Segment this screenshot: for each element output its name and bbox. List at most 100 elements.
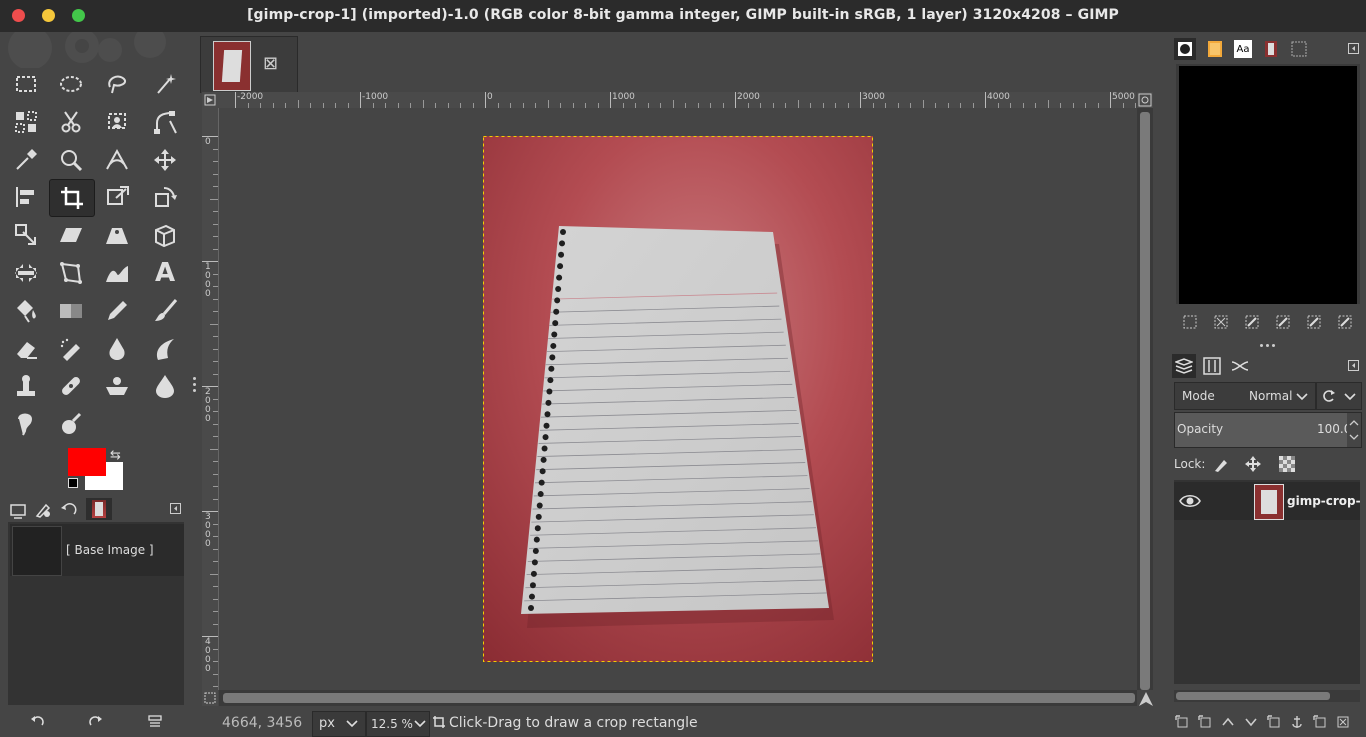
- select-by-color-tool[interactable]: [4, 104, 48, 140]
- shear-tool[interactable]: [49, 217, 93, 253]
- warp-transform-tool[interactable]: [95, 255, 139, 291]
- stroke-selection-icon[interactable]: [1275, 314, 1291, 330]
- opacity-slider[interactable]: Opacity 100.0: [1174, 412, 1362, 448]
- lock-pixels-icon[interactable]: [1212, 455, 1230, 473]
- selection-to-path-icon[interactable]: [1337, 314, 1353, 330]
- rotate-tool[interactable]: [143, 179, 187, 215]
- ink-tool[interactable]: [95, 331, 139, 367]
- fonts-tab[interactable]: Aa: [1232, 38, 1254, 60]
- mypaint-brush-tool[interactable]: [143, 331, 187, 367]
- perspective-tool[interactable]: [95, 217, 139, 253]
- layers-scroll-thumb[interactable]: [1176, 692, 1330, 700]
- horizontal-ruler[interactable]: -2000 -1000 0 1000 2000 3000 4000 5000: [218, 92, 1136, 109]
- eraser-tool[interactable]: [4, 331, 48, 367]
- gradient-tool[interactable]: [49, 293, 93, 329]
- delete-layer-icon[interactable]: [1335, 714, 1351, 730]
- clear-history-icon[interactable]: [146, 712, 164, 730]
- zoom-tool[interactable]: [49, 142, 93, 178]
- raise-layer-icon[interactable]: [1220, 714, 1236, 730]
- quick-mask-toggle[interactable]: [202, 92, 218, 108]
- image-preview-tab[interactable]: [1260, 38, 1282, 60]
- new-layer-icon[interactable]: [1197, 714, 1213, 730]
- airbrush-tool[interactable]: [49, 331, 93, 367]
- paths-tab[interactable]: [1228, 354, 1252, 378]
- perspective-clone-tool[interactable]: [95, 368, 139, 404]
- selection-tab[interactable]: [1288, 38, 1310, 60]
- navigate-button[interactable]: [1137, 690, 1155, 708]
- navigate-corner[interactable]: [202, 690, 218, 706]
- unit-dropdown[interactable]: px: [312, 711, 366, 737]
- zoom-image-toggle[interactable]: [1137, 92, 1153, 108]
- ellipse-select-tool[interactable]: [49, 66, 93, 102]
- tool-options-icon[interactable]: [33, 500, 53, 520]
- panel-menu-icon[interactable]: [1348, 43, 1360, 55]
- 3d-transform-tool[interactable]: [143, 217, 187, 253]
- move-tool[interactable]: [143, 142, 187, 178]
- undo-icon[interactable]: [28, 712, 46, 730]
- new-layer-group-icon[interactable]: [1174, 714, 1190, 730]
- layers-tab[interactable]: [1172, 354, 1196, 378]
- redo-icon[interactable]: [87, 712, 105, 730]
- paint-selection-icon[interactable]: [1306, 314, 1322, 330]
- cage-transform-tool[interactable]: [49, 255, 93, 291]
- layer-name[interactable]: gimp-crop-1: [1287, 494, 1360, 508]
- pencil-tool[interactable]: [95, 293, 139, 329]
- invert-selection-icon[interactable]: [1244, 314, 1260, 330]
- smudge-tool[interactable]: [4, 406, 48, 442]
- layer-composite-dropdown[interactable]: [1316, 382, 1362, 410]
- paintbrush-tool[interactable]: [143, 293, 187, 329]
- close-tab-icon[interactable]: ⊠: [263, 53, 278, 74]
- default-colors-icon[interactable]: [68, 478, 78, 488]
- list-item[interactable]: [ Base Image ]: [10, 524, 184, 576]
- add-mask-icon[interactable]: [1312, 714, 1328, 730]
- heal-tool[interactable]: [49, 368, 93, 404]
- device-status-icon[interactable]: [8, 500, 28, 520]
- selection-preview[interactable]: [1179, 66, 1357, 304]
- clone-tool[interactable]: [4, 368, 48, 404]
- scissors-select-tool[interactable]: [49, 104, 93, 140]
- unified-transform-tool[interactable]: [95, 179, 139, 215]
- eye-visibility-icon[interactable]: [1178, 491, 1202, 511]
- blur-sharpen-tool[interactable]: [143, 368, 187, 404]
- layer-mode-dropdown[interactable]: Mode Normal: [1174, 382, 1316, 410]
- layer-row[interactable]: gimp-crop-1: [1174, 482, 1360, 520]
- swap-colors-icon[interactable]: ⇆: [110, 448, 121, 463]
- vertical-ruler[interactable]: 0 1000 2000 3000 4000: [202, 108, 219, 690]
- scale-tool[interactable]: [4, 217, 48, 253]
- image-tab[interactable]: ⊠: [200, 36, 298, 93]
- image-canvas[interactable]: [219, 108, 1136, 690]
- measure-tool[interactable]: [95, 142, 139, 178]
- free-select-tool[interactable]: [95, 66, 139, 102]
- fuzzy-select-tool[interactable]: [143, 66, 187, 102]
- lock-alpha-icon[interactable]: [1278, 455, 1296, 473]
- vertical-scrollbar[interactable]: [1137, 108, 1153, 690]
- foreground-color-swatch[interactable]: [68, 448, 106, 476]
- select-none-icon[interactable]: [1213, 314, 1229, 330]
- select-all-icon[interactable]: [1182, 314, 1198, 330]
- lock-position-icon[interactable]: [1244, 455, 1262, 473]
- horizontal-scrollbar[interactable]: [219, 690, 1137, 706]
- channels-tab[interactable]: [1200, 354, 1224, 378]
- align-tool[interactable]: [4, 179, 48, 215]
- panel-menu-icon[interactable]: [170, 503, 182, 515]
- image-content[interactable]: [483, 136, 873, 662]
- horizontal-scroll-thumb[interactable]: [223, 693, 1135, 703]
- flip-tool[interactable]: [4, 255, 48, 291]
- text-tool[interactable]: A: [143, 255, 187, 291]
- vertical-scroll-thumb[interactable]: [1140, 112, 1150, 690]
- undo-history-icon[interactable]: [59, 500, 79, 520]
- panel-menu-icon[interactable]: [1348, 360, 1360, 372]
- lower-layer-icon[interactable]: [1243, 714, 1259, 730]
- color-picker-tool[interactable]: [4, 142, 48, 178]
- rectangle-select-tool[interactable]: [4, 66, 48, 102]
- layers-scrollbar[interactable]: [1174, 690, 1360, 702]
- crop-tool[interactable]: [49, 179, 95, 218]
- images-tab[interactable]: [86, 498, 112, 520]
- zoom-dropdown[interactable]: 12.5 %: [366, 711, 430, 737]
- anchor-layer-icon[interactable]: [1289, 714, 1305, 730]
- patterns-tab[interactable]: [1204, 38, 1226, 60]
- brushes-tab[interactable]: [1174, 38, 1196, 60]
- duplicate-layer-icon[interactable]: [1266, 714, 1282, 730]
- paths-tool[interactable]: [143, 104, 187, 140]
- dock-separator-left[interactable]: [188, 32, 200, 737]
